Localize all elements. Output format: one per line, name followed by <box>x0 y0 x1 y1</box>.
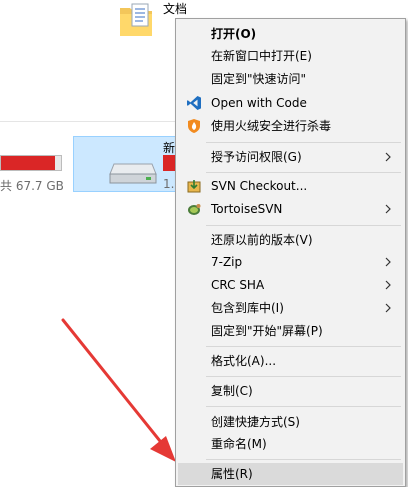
menu-separator <box>206 376 401 377</box>
menu-separator <box>206 172 401 173</box>
menu-item-copy[interactable]: 复制(C) <box>178 380 403 402</box>
chevron-right-icon <box>385 280 391 290</box>
menu-item-label: TortoiseSVN <box>211 202 283 216</box>
menu-item-7zip[interactable]: 7-Zip <box>178 251 403 273</box>
menu-item-open[interactable]: 打开(O) <box>178 23 403 45</box>
menu-item-label: 使用火绒安全进行杀毒 <box>211 119 332 133</box>
huorong-shield-icon <box>188 119 200 133</box>
menu-item-svn-checkout[interactable]: SVN Checkout... <box>178 175 403 197</box>
menu-item-label: SVN Checkout... <box>211 179 308 193</box>
menu-item-label: 属性(R) <box>211 467 253 481</box>
menu-item-label: 在新窗口中打开(E) <box>211 49 312 63</box>
tortoisesvn-icon <box>188 204 201 215</box>
chevron-right-icon <box>385 204 391 214</box>
folder-label[interactable]: 文档 <box>163 0 187 17</box>
drive1-capacity-text: 共 67.7 GB <box>0 179 64 193</box>
document-folder-icon[interactable] <box>118 0 154 38</box>
menu-separator <box>206 406 401 407</box>
menu-item-open-with-code[interactable]: Open with Code <box>178 92 403 114</box>
chevron-right-icon <box>385 257 391 267</box>
menu-separator <box>206 346 401 347</box>
menu-item-pin-quick-access[interactable]: 固定到"快速访问" <box>178 68 403 90</box>
vscode-icon <box>187 96 201 110</box>
context-menu: 打开(O) 在新窗口中打开(E) 固定到"快速访问" Open with Cod… <box>175 18 406 487</box>
menu-item-label: CRC SHA <box>211 278 265 292</box>
menu-item-rename[interactable]: 重命名(M) <box>178 433 403 455</box>
menu-item-label: Open with Code <box>211 96 307 110</box>
menu-item-label: 授予访问权限(G) <box>211 150 302 164</box>
menu-item-label: 重命名(M) <box>211 437 267 451</box>
menu-item-properties[interactable]: 属性(R) <box>178 463 403 485</box>
chevron-right-icon <box>385 303 391 313</box>
menu-item-label: 固定到"快速访问" <box>211 72 307 86</box>
menu-item-label: 复制(C) <box>211 384 253 398</box>
menu-item-label: 固定到"开始"屏幕(P) <box>211 324 323 338</box>
menu-item-include-in-library[interactable]: 包含到库中(I) <box>178 297 403 319</box>
menu-item-restore-previous[interactable]: 还原以前的版本(V) <box>178 229 403 251</box>
menu-item-label: 7-Zip <box>211 255 243 269</box>
menu-item-huorong-scan[interactable]: 使用火绒安全进行杀毒 <box>178 115 403 137</box>
drive1-usage-bar <box>0 155 62 171</box>
drive2-name[interactable]: 新 <box>163 139 175 156</box>
menu-item-create-shortcut[interactable]: 创建快捷方式(S) <box>178 411 403 433</box>
drive1-usage-fill <box>1 156 55 170</box>
menu-item-crc-sha[interactable]: CRC SHA <box>178 274 403 296</box>
menu-item-label: 格式化(A)... <box>211 354 277 368</box>
menu-item-pin-to-start[interactable]: 固定到"开始"屏幕(P) <box>178 320 403 342</box>
hard-drive-icon <box>109 163 157 184</box>
menu-item-label: 打开(O) <box>211 27 257 41</box>
menu-separator <box>206 459 401 460</box>
menu-item-grant-access[interactable]: 授予访问权限(G) <box>178 146 403 168</box>
menu-separator <box>206 225 401 226</box>
svn-checkout-icon <box>187 180 201 193</box>
menu-item-open-new-window[interactable]: 在新窗口中打开(E) <box>178 45 403 67</box>
menu-separator <box>206 142 401 143</box>
menu-item-label: 创建快捷方式(S) <box>211 415 300 429</box>
section-divider <box>0 121 200 122</box>
chevron-right-icon <box>385 152 391 162</box>
menu-item-label: 还原以前的版本(V) <box>211 233 313 247</box>
menu-item-label: 包含到库中(I) <box>211 301 284 315</box>
menu-item-format[interactable]: 格式化(A)... <box>178 350 403 372</box>
drive2-capacity-text: 1. <box>163 177 175 191</box>
menu-item-tortoisesvn[interactable]: TortoiseSVN <box>178 198 403 220</box>
